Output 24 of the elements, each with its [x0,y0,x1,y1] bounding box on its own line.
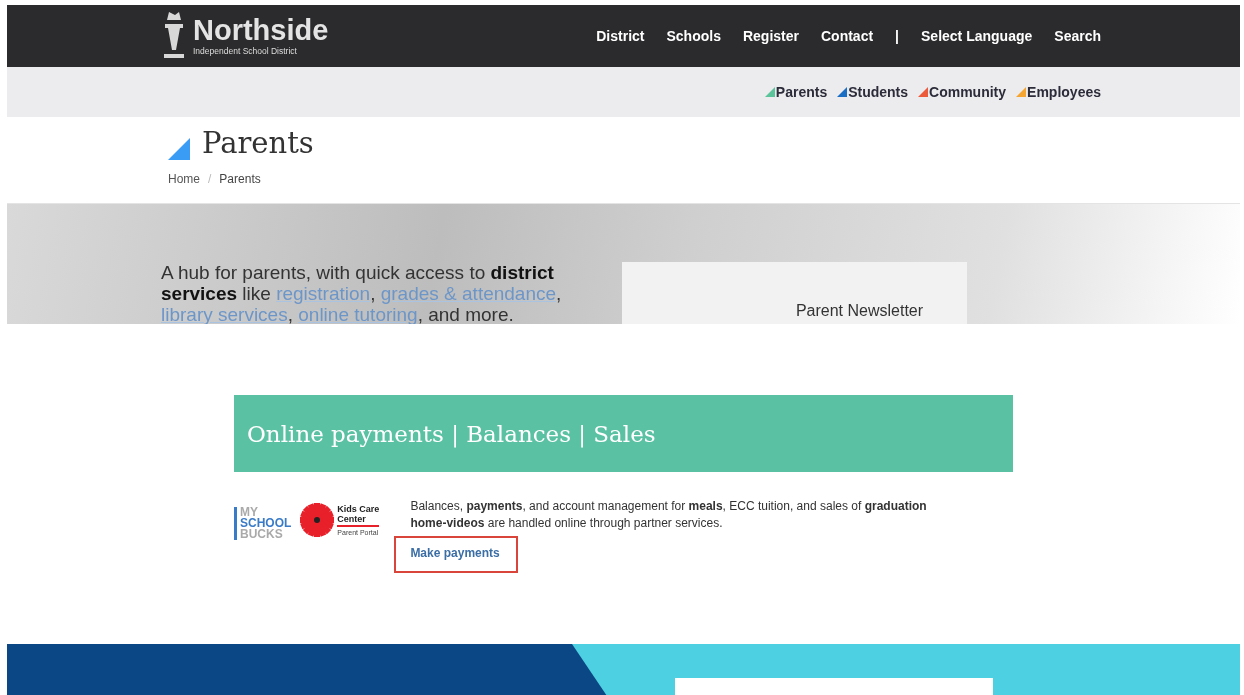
breadcrumb-link[interactable]: Parents [219,171,261,186]
breadcrumb-link[interactable]: Home [168,171,200,186]
page-title: Parents [202,128,314,160]
nav-link[interactable]: Contact [821,28,874,44]
nav-link[interactable]: Register [742,28,799,44]
section-header: Online payments | Balances | Sales [234,395,1013,472]
description-text: Balances, payments, and account management for meals, ECC tuition, and sales of graduation home-videos are handled online through partner services. [410,498,928,532]
audience-link[interactable]: Employees [1016,84,1101,100]
gear-icon [299,502,336,538]
make-payments-link[interactable]: Make payments [396,538,516,571]
newsletter-title: Parent Newsletter [795,302,924,320]
nav-link[interactable]: District [596,28,645,44]
audience-link[interactable]: Parents [764,84,828,100]
logo-name[interactable]: Northside [193,16,329,46]
logo-name: Kids Care Center [337,504,380,527]
nav-link[interactable]: Select Language [921,28,1033,44]
audience-link[interactable]: Community [918,84,1007,100]
school-bucks-logo: MY SCHOOL BUCKS [234,507,292,540]
nav-link[interactable]: Search [1054,28,1101,44]
nav-link[interactable]: Schools [666,28,721,44]
logo-subtitle: Independent School District [193,47,298,56]
nav-separator: | [895,28,900,44]
audience-link[interactable]: Students [837,84,909,100]
breadcrumb-separator: / [208,171,212,186]
